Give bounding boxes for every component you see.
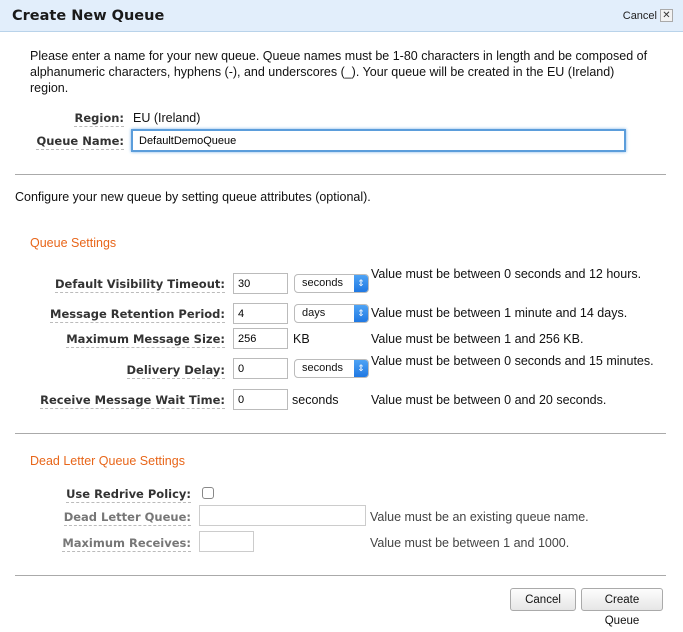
max-receives-help: Value must be between 1 and 1000.: [370, 536, 570, 550]
visibility-timeout-input[interactable]: [233, 273, 288, 294]
divider: [15, 433, 666, 434]
region-value: EU (Ireland): [133, 111, 201, 125]
dead-letter-queue-input[interactable]: [199, 505, 366, 526]
max-message-size-unit: KB: [293, 332, 310, 346]
retention-period-unit: days: [302, 307, 326, 319]
wait-time-input[interactable]: [233, 389, 288, 410]
header-cancel-button[interactable]: Cancel ✕: [623, 9, 673, 22]
dead-letter-queue-help: Value must be an existing queue name.: [370, 510, 589, 524]
max-receives-label: Maximum Receives:: [62, 536, 191, 552]
chevron-updown-icon: ⇕: [354, 360, 368, 377]
max-message-size-label: Maximum Message Size:: [66, 332, 225, 348]
queue-settings-heading: Queue Settings: [30, 236, 117, 250]
wait-time-help: Value must be between 0 and 20 seconds.: [371, 393, 607, 407]
create-queue-button[interactable]: Create Queue: [581, 588, 663, 627]
cancel-button[interactable]: Cancel: [510, 588, 576, 611]
delivery-delay-label: Delivery Delay:: [126, 363, 225, 379]
configure-text: Configure your new queue by setting queu…: [15, 190, 371, 204]
use-redrive-checkbox[interactable]: [202, 487, 214, 499]
wait-time-label: Receive Message Wait Time:: [40, 393, 225, 409]
queue-name-label: Queue Name:: [36, 134, 124, 150]
region-label: Region:: [74, 111, 124, 127]
divider: [15, 174, 666, 175]
intro-text: Please enter a name for your new queue. …: [30, 49, 648, 95]
dialog-title: Create New Queue: [12, 7, 165, 24]
wait-time-unit: seconds: [292, 393, 339, 407]
visibility-timeout-unit: seconds: [302, 277, 343, 289]
dialog-header: Create New Queue Cancel ✕: [0, 0, 683, 32]
chevron-updown-icon: ⇕: [354, 305, 368, 322]
retention-period-unit-select[interactable]: days ⇕: [294, 304, 369, 323]
delivery-delay-unit: seconds: [302, 362, 343, 374]
use-redrive-label: Use Redrive Policy:: [66, 487, 191, 503]
max-receives-input[interactable]: [199, 531, 254, 552]
dlq-settings-heading: Dead Letter Queue Settings: [30, 454, 185, 468]
delivery-delay-unit-select[interactable]: seconds ⇕: [294, 359, 369, 378]
visibility-timeout-help: Value must be between 0 seconds and 12 h…: [371, 267, 642, 281]
max-message-size-input[interactable]: [233, 328, 288, 349]
delivery-delay-input[interactable]: [233, 358, 288, 379]
divider: [15, 575, 666, 576]
max-message-size-help: Value must be between 1 and 256 KB.: [371, 332, 584, 346]
delivery-delay-help: Value must be between 0 seconds and 15 m…: [371, 354, 654, 368]
dead-letter-queue-label: Dead Letter Queue:: [63, 510, 191, 526]
retention-period-input[interactable]: [233, 303, 288, 324]
queue-name-input[interactable]: [131, 129, 626, 152]
visibility-timeout-unit-select[interactable]: seconds ⇕: [294, 274, 369, 293]
retention-period-label: Message Retention Period:: [50, 307, 225, 323]
visibility-timeout-label: Default Visibility Timeout:: [55, 277, 225, 293]
close-icon[interactable]: ✕: [660, 9, 673, 22]
header-cancel-label: Cancel: [622, 9, 657, 22]
chevron-updown-icon: ⇕: [354, 275, 368, 292]
retention-period-help: Value must be between 1 minute and 14 da…: [371, 306, 628, 320]
